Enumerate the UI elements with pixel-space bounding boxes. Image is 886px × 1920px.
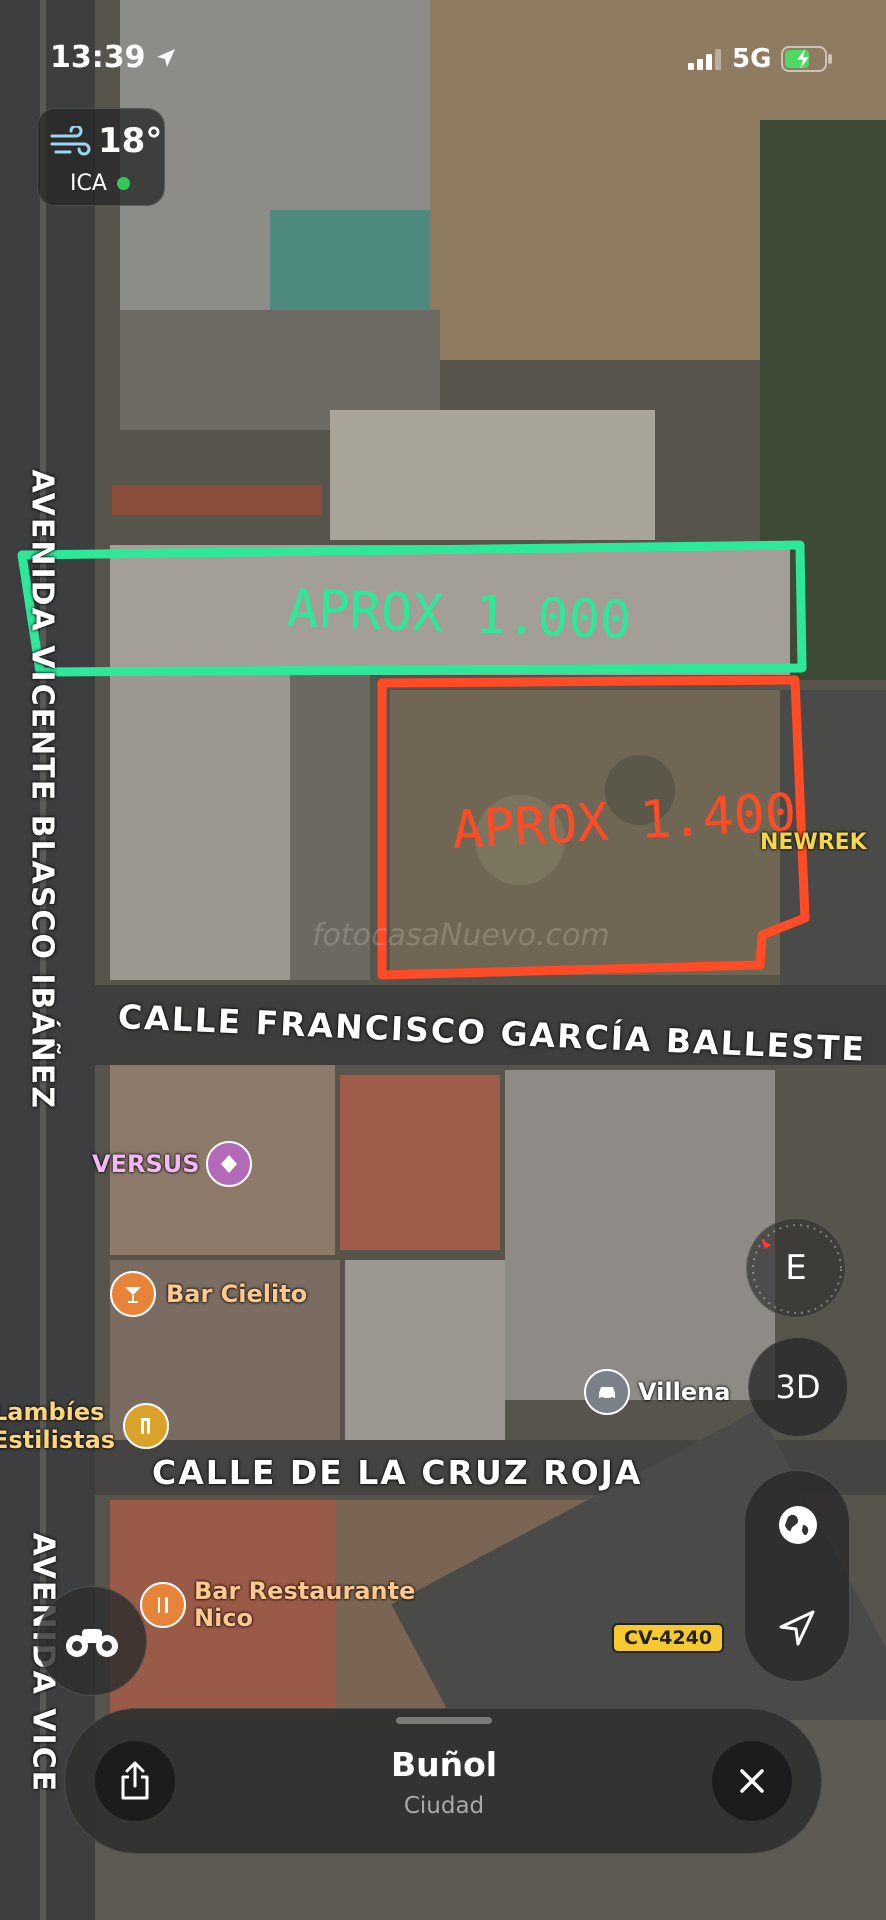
- globe-icon: [779, 1506, 817, 1544]
- status-indicators: 5G: [688, 44, 833, 74]
- hair-salon-icon: [123, 1403, 170, 1449]
- cellular-signal-icon: [688, 49, 721, 70]
- compass-heading: E: [785, 1248, 807, 1288]
- air-quality-label: ICA: [70, 171, 107, 196]
- close-icon: [740, 1769, 764, 1793]
- car-service-icon: [584, 1369, 630, 1415]
- poi-bar-nico[interactable]: Bar Restaurante Nico: [140, 1578, 415, 1632]
- clock: 13:39: [50, 40, 146, 75]
- network-type: 5G: [732, 44, 772, 74]
- poi-versus[interactable]: VERSUS: [92, 1141, 252, 1187]
- location-arrow-icon: [779, 1610, 815, 1646]
- poi-newrek[interactable]: NEWREK: [760, 830, 867, 855]
- aqi-dot: [116, 177, 130, 190]
- locate-me-button[interactable]: [776, 1607, 818, 1653]
- wind-icon: [50, 126, 91, 156]
- binoculars-icon: [66, 1629, 118, 1657]
- battery-charging-icon: [781, 46, 833, 72]
- road-shield-cv-4240: CV-4240: [612, 1623, 725, 1653]
- poi-lambies-label-2: Estilistas: [0, 1426, 116, 1454]
- poi-villena[interactable]: Villena: [584, 1369, 730, 1415]
- sheet-grabber[interactable]: [396, 1717, 492, 1724]
- close-button[interactable]: [712, 1741, 792, 1821]
- place-card[interactable]: Buñol Ciudad: [64, 1708, 822, 1854]
- 3d-label: 3D: [775, 1368, 821, 1406]
- weather-widget[interactable]: 18° ICA: [37, 108, 165, 206]
- location-arrow-icon: [156, 48, 175, 67]
- look-around-button[interactable]: [37, 1586, 147, 1696]
- poi-versus-label: VERSUS: [92, 1150, 200, 1178]
- poi-lambies-label-1: Lambíes: [0, 1398, 105, 1426]
- poi-bar-nico-label-1: Bar Restaurante: [194, 1577, 416, 1605]
- poi-bar-cielito-label: Bar Cielito: [166, 1280, 308, 1308]
- poi-lambies[interactable]: Lambíes Estilistas: [0, 1398, 170, 1454]
- poi-bar-nico-label-2: Nico: [194, 1604, 254, 1632]
- place-title: Buñol: [390, 1745, 498, 1784]
- nightclub-icon: [205, 1141, 252, 1187]
- map-controls-group: [744, 1470, 850, 1682]
- poi-villena-label: Villena: [638, 1378, 731, 1406]
- status-time: 13:39: [50, 40, 178, 75]
- cocktail-icon: [110, 1271, 156, 1317]
- temperature: 18°: [98, 121, 163, 161]
- place-subtitle: Ciudad: [403, 1793, 485, 1819]
- poi-bar-cielito[interactable]: Bar Cielito: [110, 1271, 307, 1317]
- map-mode-button[interactable]: [776, 1503, 820, 1551]
- 3d-toggle-button[interactable]: 3D: [748, 1337, 848, 1437]
- restaurant-icon: [140, 1582, 186, 1628]
- street-label-cruz-roja: CALLE DE LA CRUZ ROJA: [152, 1453, 643, 1492]
- street-label-avenida-vicente: AVENIDA VICENTE BLASCO IBÁÑEZ: [24, 469, 60, 1111]
- green-area-annotation: APROX 1.000: [286, 579, 633, 651]
- compass-button[interactable]: E: [746, 1218, 846, 1318]
- watermark: fotocasaNuevo.com: [312, 918, 610, 953]
